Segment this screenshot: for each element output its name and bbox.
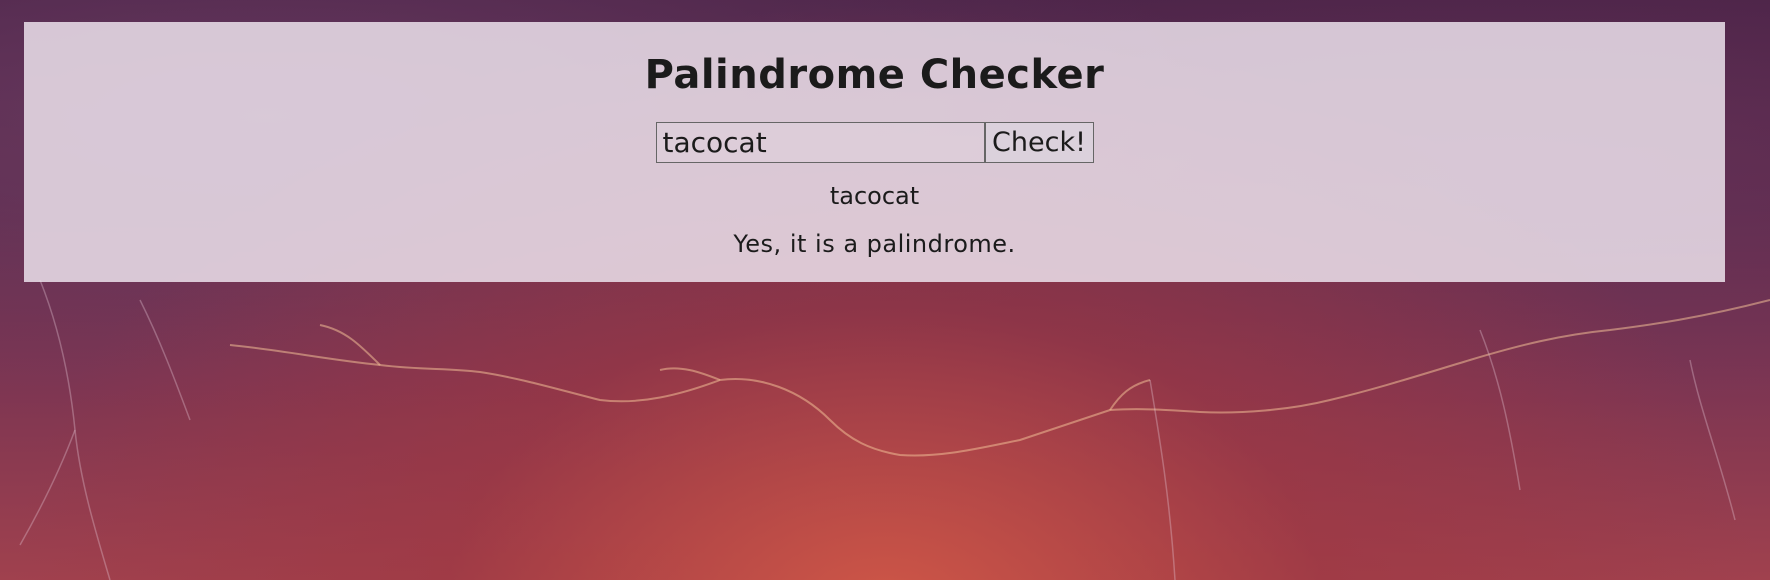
palindrome-input[interactable] [655, 122, 985, 163]
checker-form: Check! [24, 122, 1725, 163]
page-title: Palindrome Checker [644, 52, 1105, 98]
result-message: Yes, it is a palindrome. [733, 230, 1016, 258]
checker-panel: Palindrome Checker Check! tacocat Yes, i… [24, 22, 1725, 282]
checked-word: tacocat [829, 182, 920, 210]
check-button[interactable]: Check! [984, 122, 1094, 163]
